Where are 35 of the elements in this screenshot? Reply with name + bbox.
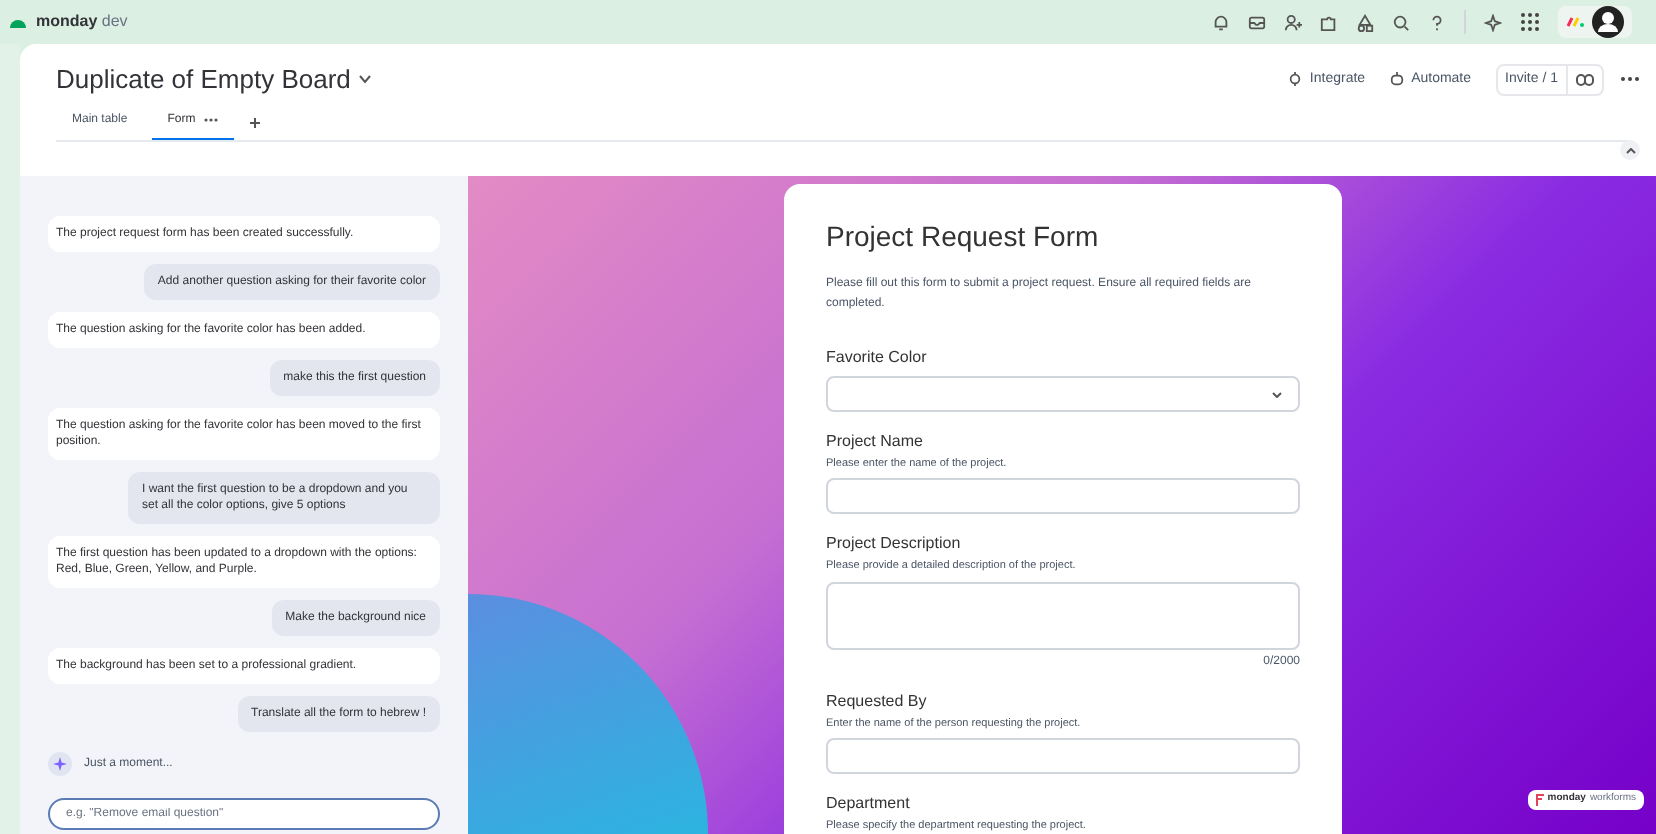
board-title: Duplicate of Empty Board [56,62,351,98]
dropdown-field[interactable] [826,376,1300,412]
collapse-button[interactable] [1620,140,1640,160]
chevron-up-icon [1625,147,1635,153]
shapes-icon[interactable] [1356,13,1374,31]
bell-icon[interactable] [1212,13,1230,31]
robot-icon [1389,72,1404,87]
field-label: Favorite Color [826,346,929,370]
logo-icon [8,14,28,30]
input-field[interactable] [826,737,1300,774]
link-icon[interactable] [1576,73,1594,86]
plug-icon [1287,72,1302,87]
brand-name: monday dev [36,10,128,34]
search-icon[interactable] [1392,13,1410,31]
avatar-icon[interactable] [1592,6,1624,38]
workforms-logo-icon [1535,794,1544,806]
field-label: Project Name [826,430,925,454]
chevron-down-icon [1272,391,1282,397]
field-label: Requested By [826,689,929,713]
form-title: Project Request Form [826,218,1101,256]
input-field[interactable] [826,478,1300,515]
more-icon[interactable] [1620,76,1640,83]
inbox-icon[interactable] [1248,13,1266,31]
colorful-logo-icon [1566,16,1584,28]
add-tab-icon[interactable] [249,117,260,127]
sparkle-icon[interactable] [1484,13,1502,31]
chevron-down-icon[interactable] [358,74,373,85]
add-person-icon[interactable] [1284,13,1302,31]
puzzle-icon[interactable] [1320,13,1338,31]
field-label: Department [826,791,912,816]
apps-grid-icon[interactable] [1520,12,1540,32]
sparkle-icon [48,752,72,776]
field-label: Project Description [826,532,963,557]
help-icon[interactable] [1428,13,1446,31]
text-area-field[interactable] [826,581,1300,649]
